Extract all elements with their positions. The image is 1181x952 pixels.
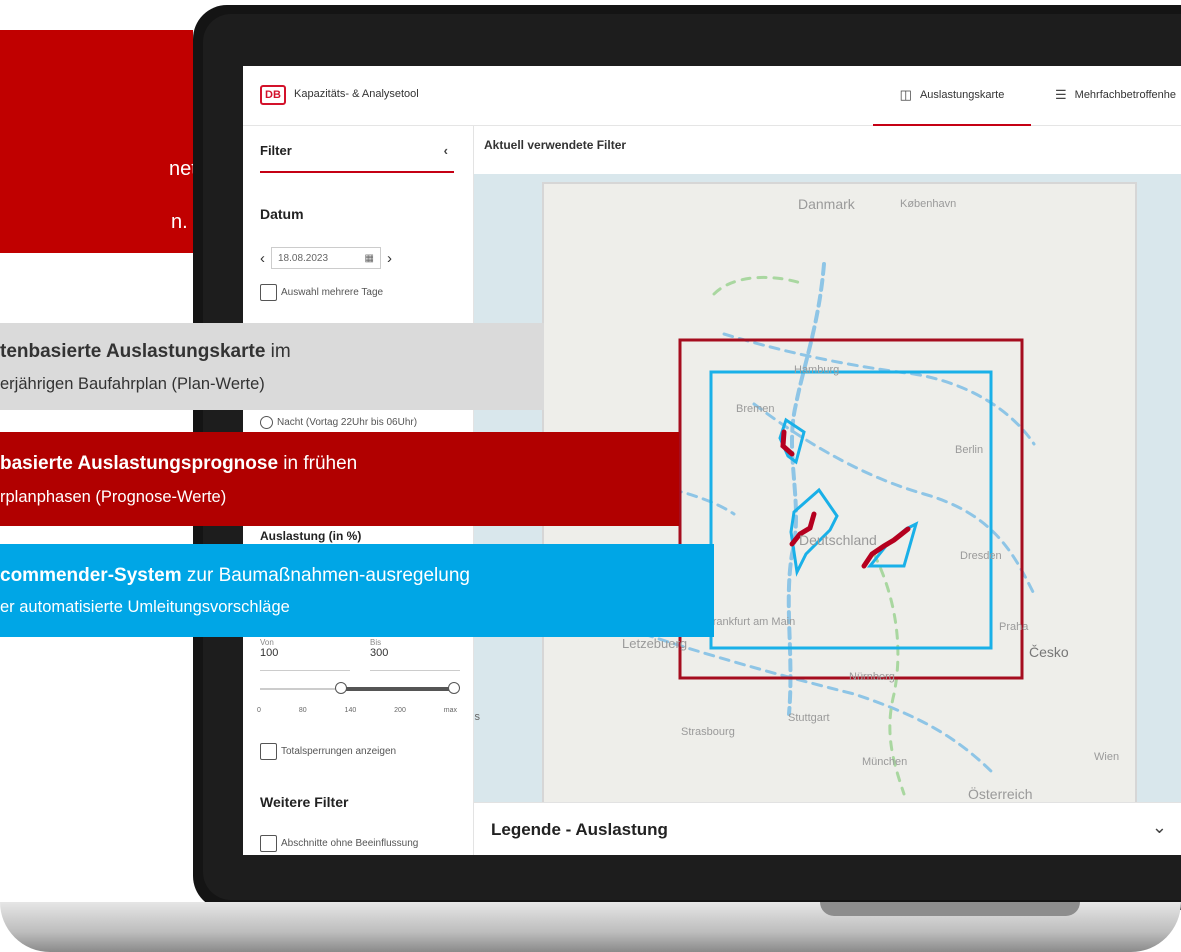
app-header: DB Kapazitäts- & Analysetool ◫ Auslastun… — [243, 66, 1181, 126]
filter-header: Filter ‹ — [260, 143, 454, 173]
map-label: Deutschland — [799, 532, 877, 548]
feature-title: basierte Auslastungsprognose — [0, 453, 279, 474]
app-title: Kapazitäts- & Analysetool — [294, 88, 419, 100]
calendar-icon[interactable]: ▦ — [365, 253, 374, 264]
load-from-value: 100 — [260, 647, 279, 659]
tab-label: Mehrfachbetroffenhe — [1074, 89, 1176, 101]
red-block-line: netz — [169, 158, 193, 180]
feature-title: commender-System — [0, 565, 182, 586]
red-block-line: n. — [171, 211, 188, 233]
load-from-field[interactable]: Von 100 — [260, 638, 350, 671]
list-icon: ☰ — [1055, 87, 1067, 102]
feature-title: tenbasierte Auslastungskarte — [0, 341, 266, 362]
date-section-title: Datum — [260, 206, 304, 222]
multi-day-label: Auswahl mehrere Tage — [281, 287, 384, 298]
tab-label: Auslastungskarte — [919, 89, 1005, 101]
date-picker-row: ‹ 18.08.2023 ▦ › — [260, 247, 392, 269]
load-to-label: Bis — [370, 638, 382, 647]
map-label: Letzebuerg — [622, 636, 688, 651]
total-closures-row[interactable]: Totalsperrungen anzeigen — [260, 743, 396, 760]
legend-bar[interactable]: Legende - Auslastung ⌄ — [474, 802, 1181, 855]
main-header: Aktuell verwendete Filter — [474, 126, 1181, 175]
slider-tick: 80 — [298, 707, 307, 714]
chevron-right-icon[interactable]: › — [387, 250, 392, 267]
multi-day-checkbox-row[interactable]: Auswahl mehrere Tage — [260, 284, 383, 301]
route-line — [722, 332, 1036, 446]
map-label: München — [862, 756, 908, 768]
map-label: is — [474, 711, 480, 723]
date-value: 18.08.2023 — [278, 252, 329, 264]
map-label: Nürnberg — [849, 671, 895, 683]
slider-tick: max — [443, 707, 457, 714]
map-label: Österreich — [968, 786, 1033, 802]
feature-bar-forecast: basierte Auslastungsprognose in frühen r… — [0, 432, 679, 526]
no-influence-checkbox[interactable] — [260, 835, 277, 852]
map-label: Česko — [1029, 644, 1069, 660]
load-slider-ticks: 0 80 140 200 max — [257, 707, 457, 714]
load-to-value: 300 — [370, 647, 389, 659]
feature-subtext: er automatisierte Umleitungsvorschläge — [0, 598, 290, 616]
multi-day-checkbox[interactable] — [260, 284, 277, 301]
map-label: Bremen — [736, 403, 775, 415]
no-influence-row[interactable]: Abschnitte ohne Beeinflussung — [260, 835, 418, 852]
filter-title: Filter — [260, 143, 292, 158]
map-label: Strasbourg — [681, 726, 735, 738]
night-radio-row[interactable]: Nacht (Vortag 22Uhr bis 06Uhr) — [260, 416, 417, 429]
feature-text: in frühen — [278, 453, 358, 474]
map-label: København — [900, 198, 957, 210]
legend-title: Legende - Auslastung — [491, 820, 668, 839]
load-section-title: Auslastung (in %) — [260, 529, 362, 543]
night-radio[interactable] — [260, 416, 273, 429]
route-line — [642, 632, 996, 776]
laptop-notch — [820, 902, 1080, 916]
feature-text: zur Baumaßnahmen-ausregelung — [181, 565, 470, 586]
active-filters-title: Aktuell verwendete Filter — [484, 138, 627, 152]
load-range-fields: Von 100 Bis 300 — [260, 638, 460, 671]
load-to-field[interactable]: Bis 300 — [370, 638, 460, 671]
tab-mehrfachbetroffenheit[interactable]: ☰ Mehrfachbetroffenhe — [1055, 66, 1176, 124]
feature-subtext: erjährigen Baufahrplan (Plan-Werte) — [0, 375, 265, 393]
slider-tick: 0 — [257, 707, 261, 714]
map-label: Berlin — [955, 444, 984, 456]
map-label: Praha — [999, 621, 1029, 633]
map-label: Wien — [1094, 751, 1120, 763]
chevron-down-icon[interactable]: ⌄ — [1152, 817, 1167, 838]
tab-auslastungskarte[interactable]: ◫ Auslastungskarte — [873, 66, 1031, 126]
route-line — [712, 275, 806, 296]
map-label: Hamburg — [794, 364, 840, 376]
feature-subtext: rplanphasen (Prognose-Werte) — [0, 488, 227, 506]
feature-bar-plan: tenbasierte Auslastungskarte im erjährig… — [0, 323, 544, 410]
red-info-block: netz n. — [0, 30, 193, 253]
total-closures-label: Totalsperrungen anzeigen — [281, 746, 397, 757]
collapse-chevron-icon[interactable]: ‹ — [444, 143, 448, 158]
load-slider-fill — [340, 687, 454, 691]
highlight-area — [789, 487, 839, 577]
map-label: Dresden — [960, 550, 1002, 562]
load-slider-max-handle[interactable] — [448, 682, 460, 694]
map-label: Stuttgart — [788, 712, 830, 724]
map-icon: ◫ — [899, 87, 912, 102]
load-from-label: Von — [260, 638, 274, 647]
total-closures-checkbox[interactable] — [260, 743, 277, 760]
night-label: Nacht (Vortag 22Uhr bis 06Uhr) — [277, 417, 418, 428]
map-label: Danmark — [798, 196, 855, 212]
feature-bar-recommender: commender-System zur Baumaßnahmen-ausreg… — [0, 544, 714, 637]
chevron-left-icon[interactable]: ‹ — [260, 250, 265, 267]
slider-tick: 140 — [344, 707, 357, 714]
slider-tick: 200 — [394, 707, 406, 714]
date-input[interactable]: 18.08.2023 ▦ — [271, 247, 381, 269]
feature-text: im — [265, 341, 291, 362]
map-label: Frankfurt am Main — [706, 616, 796, 628]
load-slider-min-handle[interactable] — [335, 682, 347, 694]
more-filters-title: Weitere Filter — [260, 794, 349, 810]
db-logo[interactable]: DB — [260, 85, 286, 105]
no-influence-label: Abschnitte ohne Beeinflussung — [281, 838, 419, 849]
